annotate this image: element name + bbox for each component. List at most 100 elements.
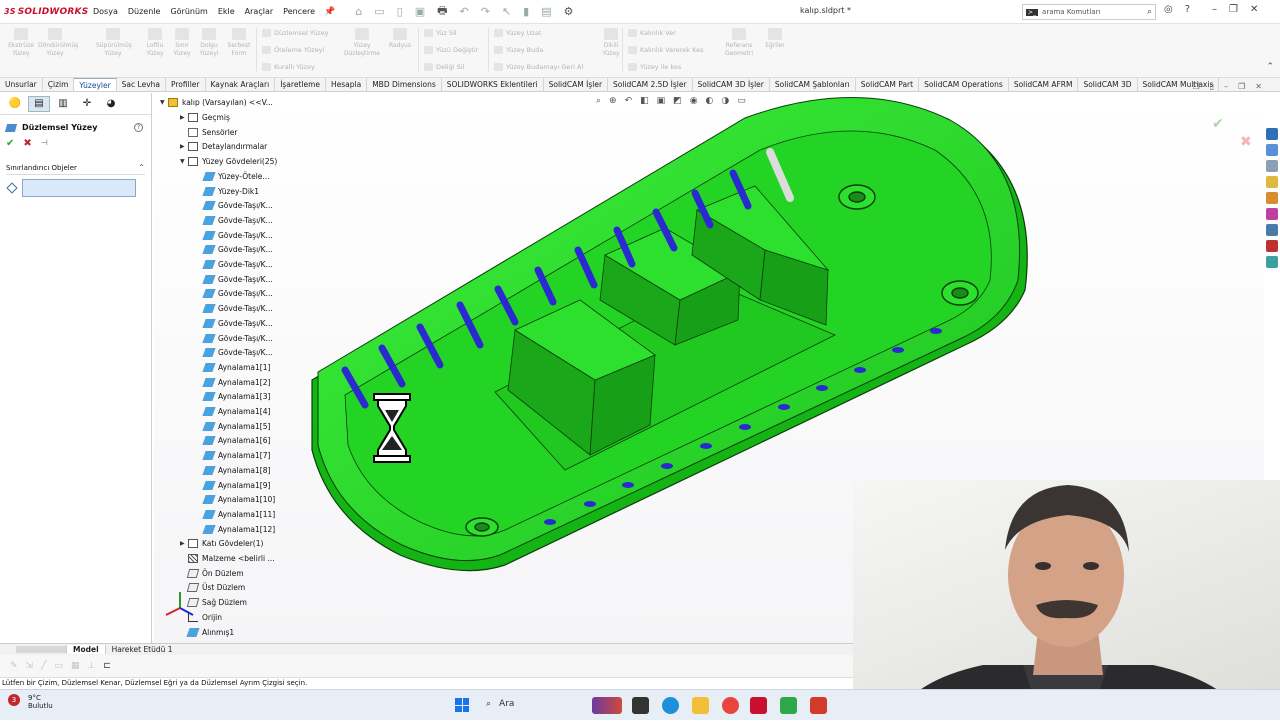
freeform-button[interactable]: Serbest Form <box>224 28 254 58</box>
solidworks-logo[interactable]: 3S SOLIDWORKS <box>4 7 88 17</box>
tab-kaynak-araçları[interactable]: Kaynak Araçları <box>206 78 276 91</box>
tab-hesapla[interactable]: Hesapla <box>326 78 368 91</box>
save-icon[interactable]: ▣ <box>415 5 425 18</box>
collapse-chevron-icon[interactable]: ⌃ <box>138 163 145 172</box>
file-explorer-icon[interactable] <box>692 697 709 714</box>
view-orientation-icon[interactable]: ▣ <box>657 96 666 106</box>
pin-icon[interactable]: 📌 <box>324 7 335 17</box>
tree-item[interactable]: Üst Düzlem <box>180 583 245 593</box>
boundary-surface-button[interactable]: Sınır Yüzey <box>167 28 197 58</box>
tree-item[interactable]: Orijin <box>180 612 222 622</box>
widget-news-icon[interactable] <box>592 697 622 714</box>
confirm-corner-cancel-icon[interactable]: ✖ <box>1240 134 1252 150</box>
tree-item[interactable]: Gövde-Taşı/K... <box>196 230 273 240</box>
solidworks-taskbar-icon[interactable] <box>750 697 767 714</box>
command-search-input[interactable]: >_ arama Komutları ⌕ <box>1022 4 1156 20</box>
tab-i-şaretleme[interactable]: İşaretleme <box>275 78 326 91</box>
tree-item[interactable]: Aynalama1[2] <box>196 377 270 387</box>
task-view-icon[interactable] <box>632 697 649 714</box>
tree-item[interactable]: Gövde-Taşı/K... <box>196 318 273 328</box>
previous-view-icon[interactable]: ↶ <box>625 96 633 106</box>
help-icon[interactable]: ? <box>134 123 143 132</box>
curves-button[interactable]: Eğriler <box>760 28 790 50</box>
fillet-button[interactable]: Radyus <box>385 28 415 50</box>
user-icon[interactable]: ◎ <box>1164 4 1173 15</box>
file-properties-icon[interactable]: ▤ <box>541 5 551 18</box>
expand-arrow-icon[interactable]: ▶ <box>180 114 188 121</box>
tree-item[interactable]: Aynalama1[6] <box>196 436 270 446</box>
tab-solidcam-afrm[interactable]: SolidCAM AFRM <box>1009 78 1079 91</box>
tree-item[interactable]: Gövde-Taşı/K... <box>196 215 273 225</box>
tab-model[interactable]: Model <box>66 645 106 654</box>
offset-surface-button[interactable]: Öteleme Yüzeyi <box>262 46 324 54</box>
planar-surface-button[interactable]: Düzlemsel Yüzey <box>262 29 329 37</box>
minimize-doc-icon[interactable]: – <box>1224 82 1228 91</box>
tree-item[interactable]: Aynalama1[1] <box>196 362 270 372</box>
tree-item[interactable]: Aynalama1[12] <box>196 524 275 534</box>
surface-flatten-button[interactable]: Yüzey Düzleştirme <box>340 28 384 58</box>
help-icon[interactable]: ? <box>1185 4 1190 15</box>
swept-surface-button[interactable]: Süpürülmüş Yüzey <box>96 28 132 58</box>
menu-dosya[interactable]: Dosya <box>93 7 118 16</box>
minimize-icon[interactable]: – <box>1212 4 1217 15</box>
confirm-corner-ok-icon[interactable]: ✔ <box>1212 116 1224 132</box>
tab-yüzeyler[interactable]: Yüzeyler <box>74 78 117 91</box>
menu-duzenle[interactable]: Düzenle <box>128 7 161 16</box>
tree-item[interactable]: Sağ Düzlem <box>180 598 247 608</box>
smart-dimension-icon[interactable]: ⇲ <box>26 661 34 671</box>
line-icon[interactable]: ╱ <box>41 661 46 671</box>
collapse-ribbon-icon[interactable]: ⌃ <box>1266 62 1274 72</box>
tree-item[interactable]: Sensörler <box>180 127 238 137</box>
tree-item[interactable]: Gövde-Taşı/K... <box>196 201 273 211</box>
tree-item[interactable]: Aynalama1[10] <box>196 495 275 505</box>
tab-profiller[interactable]: Profiller <box>166 78 206 91</box>
tree-item[interactable]: Gövde-Taşı/K... <box>196 260 273 269</box>
windows-start-icon[interactable] <box>455 698 469 712</box>
dimxpert-tab-icon[interactable]: ✛ <box>76 96 98 112</box>
replace-face-button[interactable]: Yüzü Değiştir <box>424 46 478 54</box>
tree-item[interactable]: Yüzey-Dik1 <box>196 186 259 196</box>
lofted-surface-button[interactable]: Loftlu Yüzey <box>140 28 170 58</box>
appearances-icon[interactable] <box>1266 208 1278 220</box>
tree-item[interactable]: Gövde-Taşı/K... <box>196 245 273 255</box>
extend-surface-button[interactable]: Yüzey Uzat <box>494 29 541 37</box>
untrim-surface-button[interactable]: Yüzey Budamayı Geri Al <box>494 63 583 71</box>
expand-arrow-icon[interactable]: ▼ <box>160 99 168 106</box>
ruled-surface-button[interactable]: Kurallı Yüzey <box>262 63 315 71</box>
taskbar-search[interactable]: ⌕ Ara <box>486 699 514 709</box>
design-library-icon[interactable] <box>1266 160 1278 172</box>
restore-doc-icon[interactable]: ❐ <box>1238 82 1245 91</box>
tree-item[interactable]: Ön Düzlem <box>180 568 244 578</box>
extruded-surface-button[interactable]: Ekstrüze Yüzey <box>6 28 36 58</box>
zoom-to-fit-icon[interactable]: ⌕ <box>596 96 601 106</box>
tab-motion-study[interactable]: Hareket Etüdü 1 <box>106 645 179 654</box>
tree-item[interactable]: ▶ Detaylandırmalar <box>180 142 267 152</box>
tree-item[interactable]: Gövde-Taşı/K... <box>196 304 273 314</box>
sketch-icon[interactable]: ✎ <box>10 661 18 671</box>
tree-item[interactable]: ▶ Geçmiş <box>180 113 230 122</box>
open-icon[interactable]: ▯ <box>397 5 403 18</box>
delete-hole-button[interactable]: Deliği Sil <box>424 63 464 71</box>
tab-unsurlar[interactable]: Unsurlar <box>0 78 43 91</box>
custom-properties-icon[interactable] <box>1266 224 1278 236</box>
search-icon[interactable]: ⌕ <box>1147 7 1152 17</box>
featuremanager-tab-icon[interactable]: 🟡 <box>4 96 26 112</box>
fill-surface-button[interactable]: Dolgu Yüzeyi <box>194 28 224 58</box>
propertymanager-tab-icon[interactable]: ▤ <box>28 95 50 112</box>
close-icon[interactable]: ✕ <box>1250 4 1258 15</box>
forum-icon[interactable] <box>1266 256 1278 268</box>
tree-item[interactable]: Malzeme <belirli ... <box>180 554 275 563</box>
tab-solidcam-part[interactable]: SolidCAM Part <box>856 78 920 91</box>
tab-solidcam-3d[interactable]: SolidCAM 3D <box>1078 78 1138 91</box>
cut-with-surface-button[interactable]: Yüzey ile kes <box>628 63 681 71</box>
tree-item[interactable]: Aynalama1[7] <box>196 451 270 461</box>
tree-item[interactable]: Gövde-Taşı/K... <box>196 274 273 284</box>
tree-root[interactable]: ▼ kalıp (Varsayılan) <<V... <box>160 98 273 107</box>
tab-solidcam-3d-i-şler[interactable]: SolidCAM 3D İşler <box>693 78 770 91</box>
reference-geometry-button[interactable]: Referans Geometri <box>718 28 760 58</box>
view-palette-icon[interactable] <box>1266 192 1278 204</box>
delete-face-button[interactable]: Yüz Sil <box>424 29 457 37</box>
restore-icon[interactable]: ❐ <box>1229 4 1238 15</box>
rectangle-icon[interactable]: ▭ <box>55 661 64 671</box>
display-style-icon[interactable]: ◩ <box>673 96 682 106</box>
